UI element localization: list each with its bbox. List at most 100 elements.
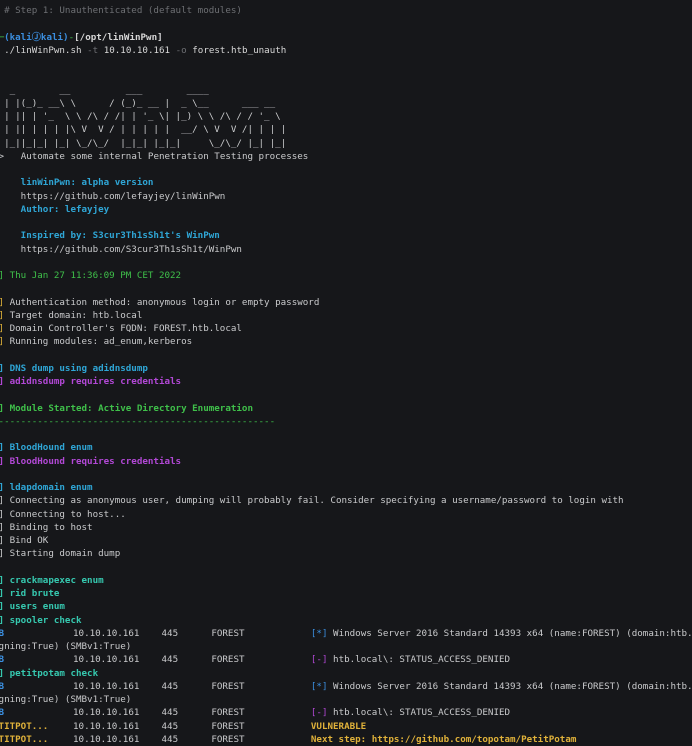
status-tag: [*]	[311, 681, 328, 692]
cme-header: *] rid brute	[0, 587, 685, 600]
ldapdomain-header: *] ldapdomain enum	[0, 481, 685, 494]
status-tag: [*]	[311, 628, 328, 639]
cme-result-row: ETITPOT...10.10.10.161 445 FOREST VULNER…	[0, 720, 685, 733]
blank-line	[0, 561, 685, 574]
blank-line	[0, 216, 685, 229]
ldap-line: *] Connecting to host...	[0, 508, 685, 521]
port: 445	[162, 628, 212, 639]
prompt-line: ──(kaliⒿkali)-[/opt/linWinPwn]	[0, 31, 685, 44]
protocol: MB	[0, 680, 73, 693]
protocol: ETITPOT...	[0, 733, 73, 746]
info-line: i] Authentication method: anonymous logi…	[0, 296, 685, 309]
version-line: linWinPwn: alpha version	[0, 176, 685, 189]
tagline-line: -> Automate some internal Penetration Te…	[0, 150, 685, 163]
repo-line: https://github.com/lefayjey/linWinPwn	[0, 190, 685, 203]
output-dir: forest.htb_unauth	[192, 45, 286, 56]
target-ip: 10.10.10.161	[104, 45, 170, 56]
hostname: FOREST	[211, 734, 311, 745]
command-line: $ ./linWinPwn.sh -t 10.10.10.161 -o fore…	[0, 44, 685, 57]
info-line: i] Domain Controller's FQDN: FOREST.htb.…	[0, 322, 685, 335]
result-message: VULNERABLE	[311, 721, 366, 732]
port: 445	[162, 654, 212, 665]
ip-address: 10.10.10.161	[73, 654, 162, 665]
date-line: +] Thu Jan 27 11:36:09 PM CET 2022	[0, 269, 685, 282]
inspired-line: Inspired by: S3cur3Th1sSh1t's WinPwn	[0, 229, 685, 242]
status-tag: [-]	[311, 707, 328, 718]
blank-line	[0, 256, 685, 269]
blank-line	[0, 70, 685, 83]
banner-art-line: | |(_)_ __\ \ / (_)_ __ | _ \__ ___ __	[0, 97, 685, 110]
result-message: Next step: https://github.com/topotam/Pe…	[311, 734, 577, 745]
module-started: +] Module Started: Active Directory Enum…	[0, 402, 685, 415]
info-text: Authentication method: anonymous login o…	[4, 297, 319, 308]
ldap-line: *] Starting domain dump	[0, 547, 685, 560]
dns-header: *] DNS dump using adidnsdump	[0, 362, 685, 375]
banner-art-line: | || | '_ \ \ /\ / /| | '_ \| |_) \ \ /\…	[0, 110, 685, 123]
cme-header: *] users enum	[0, 600, 685, 613]
blank-line	[0, 282, 685, 295]
inspired-url-line: https://github.com/S3cur3Th1sSh1t/WinPwn	[0, 243, 685, 256]
cme-header: *] spooler check	[0, 614, 685, 627]
cme-result-row: ETITPOT...10.10.10.161 445 FOREST Next s…	[0, 733, 685, 746]
arrow-icon: ->	[0, 151, 4, 162]
ip-address: 10.10.10.161	[73, 681, 162, 692]
cme-result-row: MB10.10.10.161 445 FOREST [*] Windows Se…	[0, 680, 685, 693]
info-text: Domain Controller's FQDN: FOREST.htb.loc…	[4, 323, 242, 334]
banner-art-line: _ __ ___ ____	[0, 84, 685, 97]
prompt-path: [/opt/linWinPwn]	[74, 32, 163, 43]
cme-result-row: MB10.10.10.161 445 FOREST [-] htb.local\…	[0, 653, 685, 666]
blank-line	[0, 57, 685, 70]
blank-line	[0, 428, 685, 441]
hostname: FOREST	[211, 721, 311, 732]
ip-address: 10.10.10.161	[73, 721, 162, 732]
repo-url[interactable]: https://github.com/lefayjey/linWinPwn	[21, 191, 226, 202]
prompt-user-host: (kaliⒿkali)	[4, 32, 69, 43]
comment-line: $ # Step 1: Unauthenticated (default mod…	[0, 4, 685, 17]
tagline: Automate some internal Penetration Testi…	[21, 151, 309, 162]
inspired-label: Inspired by: S3cur3Th1sSh1t's WinPwn	[21, 230, 220, 241]
result-message: htb.local\: STATUS_ACCESS_DENIED	[328, 654, 511, 665]
ldap-line: *] Binding to host	[0, 521, 685, 534]
protocol: MB	[0, 706, 73, 719]
author-label: Author: lefayjey	[21, 204, 110, 215]
cme-result-row: MB10.10.10.161 445 FOREST [-] htb.local\…	[0, 706, 685, 719]
port: 445	[162, 707, 212, 718]
petitpotam-header: *] petitpotam check	[0, 667, 685, 680]
version-label: linWinPwn: alpha version	[21, 177, 154, 188]
blank-line	[0, 349, 685, 362]
bloodhound-error: -] BloodHound requires credentials	[0, 455, 685, 468]
blank-line	[0, 163, 685, 176]
result-message: htb.local\: STATUS_ACCESS_DENIED	[328, 707, 511, 718]
port: 445	[162, 721, 212, 732]
hostname: FOREST	[211, 681, 311, 692]
banner-art-line: | || | | | |\ V V / | | | | | __/ \ V V …	[0, 123, 685, 136]
cme-result-row: MB10.10.10.161 445 FOREST [*] Windows Se…	[0, 627, 685, 640]
ip-address: 10.10.10.161	[73, 707, 162, 718]
cme-wrap-line: igning:True) (SMBv1:True)	[0, 640, 685, 653]
separator: ----------------------------------------…	[0, 415, 685, 428]
status-tag: [-]	[311, 654, 328, 665]
ldap-line: +] Bind OK	[0, 534, 685, 547]
info-text: Target domain: htb.local	[4, 310, 142, 321]
ip-address: 10.10.10.161	[73, 734, 162, 745]
protocol: ETITPOT...	[0, 720, 73, 733]
result-message: Windows Server 2016 Standard 14393 x64 (…	[328, 681, 692, 692]
blank-line	[0, 468, 685, 481]
hostname: FOREST	[211, 628, 311, 639]
info-text: Running modules: ad_enum,kerberos	[4, 336, 192, 347]
flag-o: -o	[176, 45, 187, 56]
dns-error: -] adidnsdump requires credentials	[0, 375, 685, 388]
petitpotam-results: MB10.10.10.161 445 FOREST [*] Windows Se…	[0, 680, 685, 746]
hostname: FOREST	[211, 707, 311, 718]
ip-address: 10.10.10.161	[73, 628, 162, 639]
blank-line	[0, 17, 685, 30]
info-line: i] Running modules: ad_enum,kerberos	[0, 335, 685, 348]
protocol: MB	[0, 653, 73, 666]
cme-header: *] crackmapexec enum	[0, 574, 685, 587]
info-line: i] Target domain: htb.local	[0, 309, 685, 322]
ldap-line: *] Connecting as anonymous user, dumping…	[0, 494, 685, 507]
inspired-url[interactable]: https://github.com/S3cur3Th1sSh1t/WinPwn	[21, 244, 242, 255]
bloodhound-header: *] BloodHound enum	[0, 441, 685, 454]
terminal-output[interactable]: $ # Step 1: Unauthenticated (default mod…	[0, 4, 685, 746]
blank-line	[0, 388, 685, 401]
